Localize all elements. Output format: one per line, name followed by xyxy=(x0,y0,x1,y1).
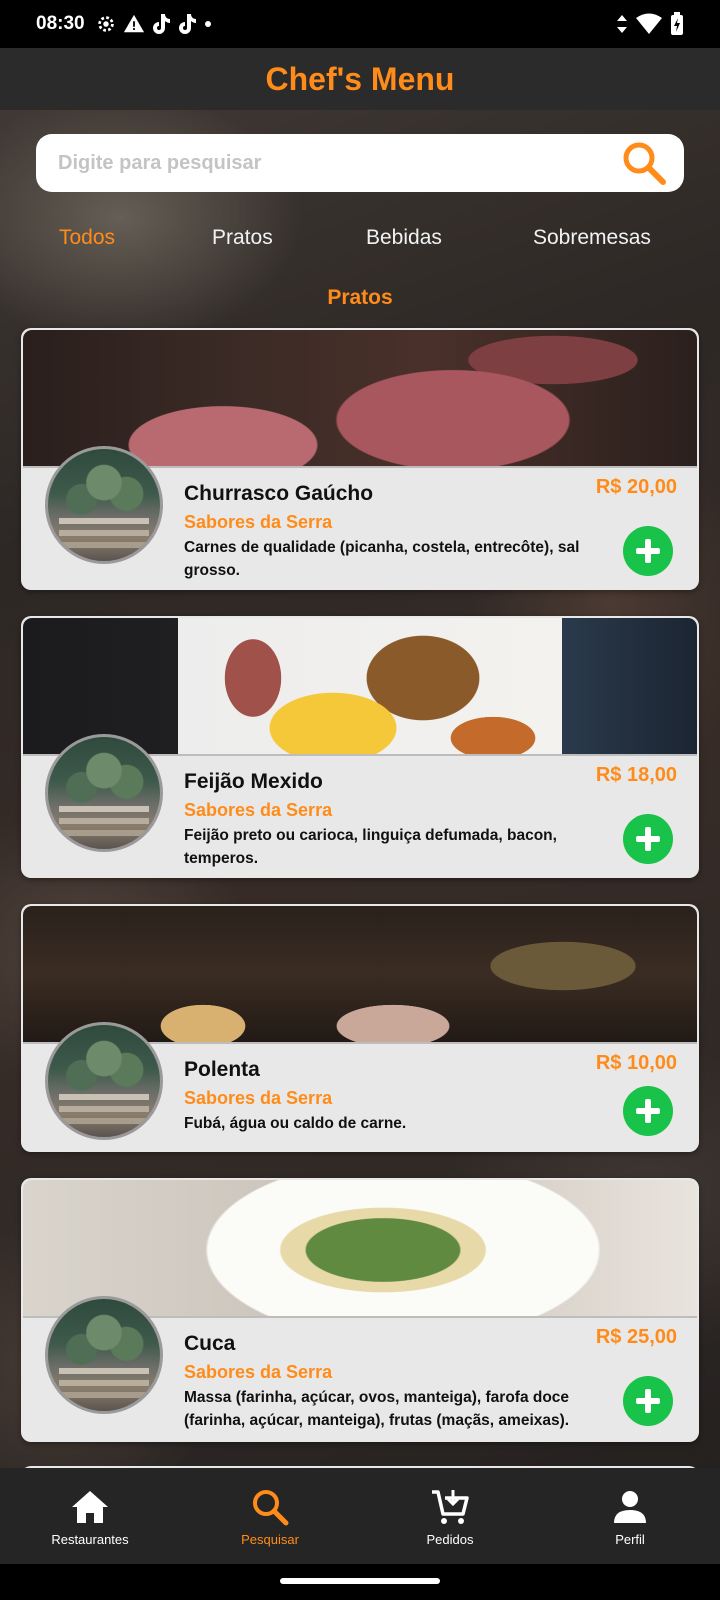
settings-notification-icon xyxy=(97,16,114,32)
tab-bebidas[interactable]: Bebidas xyxy=(366,226,442,250)
nav-perfil[interactable]: Perfil xyxy=(540,1468,720,1564)
app-title: Chef's Menu xyxy=(265,60,455,97)
add-to-cart-button[interactable] xyxy=(623,1376,673,1426)
nav-pedidos[interactable]: Pedidos xyxy=(360,1468,540,1564)
dish-image xyxy=(23,330,697,468)
dish-price: R$ 25,00 xyxy=(595,1326,677,1348)
bottom-navigation: Restaurantes Pesquisar Pedidos Perfil xyxy=(0,1468,720,1564)
nav-label: Restaurantes xyxy=(51,1531,129,1547)
plus-icon xyxy=(636,1099,660,1123)
dish-price: R$ 18,00 xyxy=(595,764,677,786)
search-icon[interactable] xyxy=(620,139,668,187)
add-to-cart-button[interactable] xyxy=(623,526,673,576)
status-time: 08:30 xyxy=(36,13,85,34)
add-to-cart-button[interactable] xyxy=(623,1086,673,1136)
dish-name: Polenta xyxy=(184,1058,260,1081)
tab-todos[interactable]: Todos xyxy=(59,226,115,250)
tiktok-icon xyxy=(152,14,170,34)
nav-label: Pesquisar xyxy=(241,1531,299,1547)
dish-restaurant: Sabores da Serra xyxy=(184,1088,333,1108)
nav-label: Pedidos xyxy=(426,1531,474,1547)
dish-price: R$ 10,00 xyxy=(595,1052,677,1074)
person-icon xyxy=(614,1490,646,1523)
gesture-navigation-area xyxy=(0,1564,720,1600)
wifi-icon xyxy=(636,13,662,34)
status-bar: 08:30 xyxy=(0,0,720,48)
tiktok-icon-2 xyxy=(178,14,196,34)
restaurant-avatar xyxy=(45,446,163,564)
dish-price: R$ 20,00 xyxy=(595,476,677,498)
dish-restaurant: Sabores da Serra xyxy=(184,512,333,532)
dish-card[interactable]: Feijão Mexido Sabores da Serra Feijão pr… xyxy=(21,616,699,878)
dish-restaurant: Sabores da Serra xyxy=(184,800,333,820)
category-tabs: Todos Pratos Bebidas Sobremesas xyxy=(0,226,720,266)
dish-description: Carnes de qualidade (picanha, costela, e… xyxy=(184,539,580,579)
data-transfer-icon xyxy=(617,15,627,33)
add-to-cart-button[interactable] xyxy=(623,814,673,864)
tab-pratos[interactable]: Pratos xyxy=(212,226,273,250)
dish-description: Fubá, água ou caldo de carne. xyxy=(184,1115,407,1132)
search-bar[interactable] xyxy=(36,134,684,192)
dish-description: Feijão preto ou carioca, linguiça defuma… xyxy=(184,827,557,867)
battery-icon xyxy=(671,12,683,35)
nav-restaurantes[interactable]: Restaurantes xyxy=(0,1468,180,1564)
restaurant-avatar xyxy=(45,734,163,852)
notification-dot-icon xyxy=(204,21,211,27)
plus-icon xyxy=(636,539,660,563)
search-icon xyxy=(253,1489,289,1525)
tab-sobremesas[interactable]: Sobremesas xyxy=(533,226,651,250)
dish-image xyxy=(23,618,697,756)
nav-label: Perfil xyxy=(615,1531,645,1547)
restaurant-avatar xyxy=(45,1296,163,1414)
dish-image xyxy=(23,906,697,1044)
plus-icon xyxy=(636,1389,660,1413)
dish-card[interactable]: Cuca Sabores da Serra Massa (farinha, aç… xyxy=(21,1178,699,1442)
app-bar: Chef's Menu xyxy=(0,48,720,110)
dish-description: Massa (farinha, açúcar, ovos, manteiga),… xyxy=(184,1389,570,1429)
plus-icon xyxy=(636,827,660,851)
home-icon xyxy=(72,1490,108,1523)
dish-name: Cuca xyxy=(184,1332,236,1355)
dish-restaurant: Sabores da Serra xyxy=(184,1362,333,1382)
search-input[interactable] xyxy=(58,151,620,175)
restaurant-avatar xyxy=(45,1022,163,1140)
nav-pesquisar[interactable]: Pesquisar xyxy=(180,1468,360,1564)
dish-name: Feijão Mexido xyxy=(184,770,323,793)
warning-icon xyxy=(123,14,144,33)
dish-card[interactable]: Polenta Sabores da Serra Fubá, água ou c… xyxy=(21,904,699,1152)
section-title: Pratos xyxy=(327,286,393,309)
home-gesture-bar[interactable] xyxy=(280,1578,440,1584)
dish-card[interactable]: Churrasco Gaúcho Sabores da Serra Carnes… xyxy=(21,328,699,590)
dish-image xyxy=(23,1180,697,1318)
cart-icon xyxy=(432,1489,469,1524)
dish-name: Churrasco Gaúcho xyxy=(184,482,374,505)
